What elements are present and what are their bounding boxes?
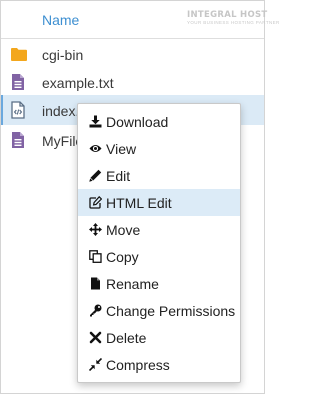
text-file-icon	[10, 73, 26, 91]
menu-item-edit[interactable]: Edit	[78, 162, 240, 189]
brand-logo: INTEGRAL HOST YOUR BUSINESS HOSTING PART…	[187, 10, 280, 26]
menu-item-rename[interactable]: Rename	[78, 270, 240, 297]
file-name: MyFile	[42, 133, 82, 149]
copy-icon	[89, 250, 102, 263]
edit-square-icon	[89, 195, 103, 209]
file-name: index.html	[42, 103, 82, 119]
menu-item-label: Edit	[106, 168, 131, 184]
folder-icon	[10, 45, 27, 63]
menu-item-move[interactable]: Move	[78, 216, 240, 243]
menu-item-html-edit[interactable]: HTML Edit	[78, 189, 240, 216]
eye-icon	[89, 142, 102, 155]
menu-item-label: Copy	[106, 249, 139, 265]
file-name: example.txt	[42, 75, 114, 91]
code-file-icon	[10, 101, 26, 119]
menu-item-label: Download	[106, 114, 169, 130]
menu-item-change-permissions[interactable]: Change Permissions	[78, 297, 240, 324]
context-menu: Download View Edit HTML Edit Move Copy R…	[77, 103, 241, 383]
file-name: cgi-bin	[42, 47, 84, 63]
menu-item-copy[interactable]: Copy	[78, 243, 240, 270]
file-row-example-txt[interactable]: example.txt	[1, 67, 264, 97]
file-row-cgi-bin[interactable]: cgi-bin	[1, 39, 264, 69]
menu-item-label: Rename	[106, 276, 159, 292]
close-icon	[89, 331, 102, 344]
brand-name: INTEGRAL HOST	[187, 10, 268, 20]
text-file-icon	[10, 131, 26, 149]
file-icon	[89, 277, 102, 290]
menu-item-label: Move	[106, 222, 141, 238]
menu-item-label: Delete	[106, 330, 147, 346]
key-icon	[89, 304, 102, 317]
menu-item-label: Compress	[106, 357, 170, 373]
menu-item-view[interactable]: View	[78, 135, 240, 162]
menu-item-delete[interactable]: Delete	[78, 324, 240, 351]
move-arrows-icon	[89, 223, 102, 236]
file-list-header: Name INTEGRAL HOST YOUR BUSINESS HOSTING…	[1, 1, 280, 39]
menu-item-label: View	[106, 141, 137, 157]
menu-item-label: HTML Edit	[106, 195, 172, 211]
menu-item-compress[interactable]: Compress	[78, 351, 240, 378]
compress-icon	[88, 357, 103, 372]
menu-item-download[interactable]: Download	[78, 108, 240, 135]
pencil-icon	[89, 169, 102, 182]
menu-item-label: Change Permissions	[106, 303, 236, 319]
download-icon	[89, 115, 102, 128]
brand-tagline: YOUR BUSINESS HOSTING PARTNER	[187, 20, 280, 25]
name-column-header[interactable]: Name	[42, 12, 79, 28]
